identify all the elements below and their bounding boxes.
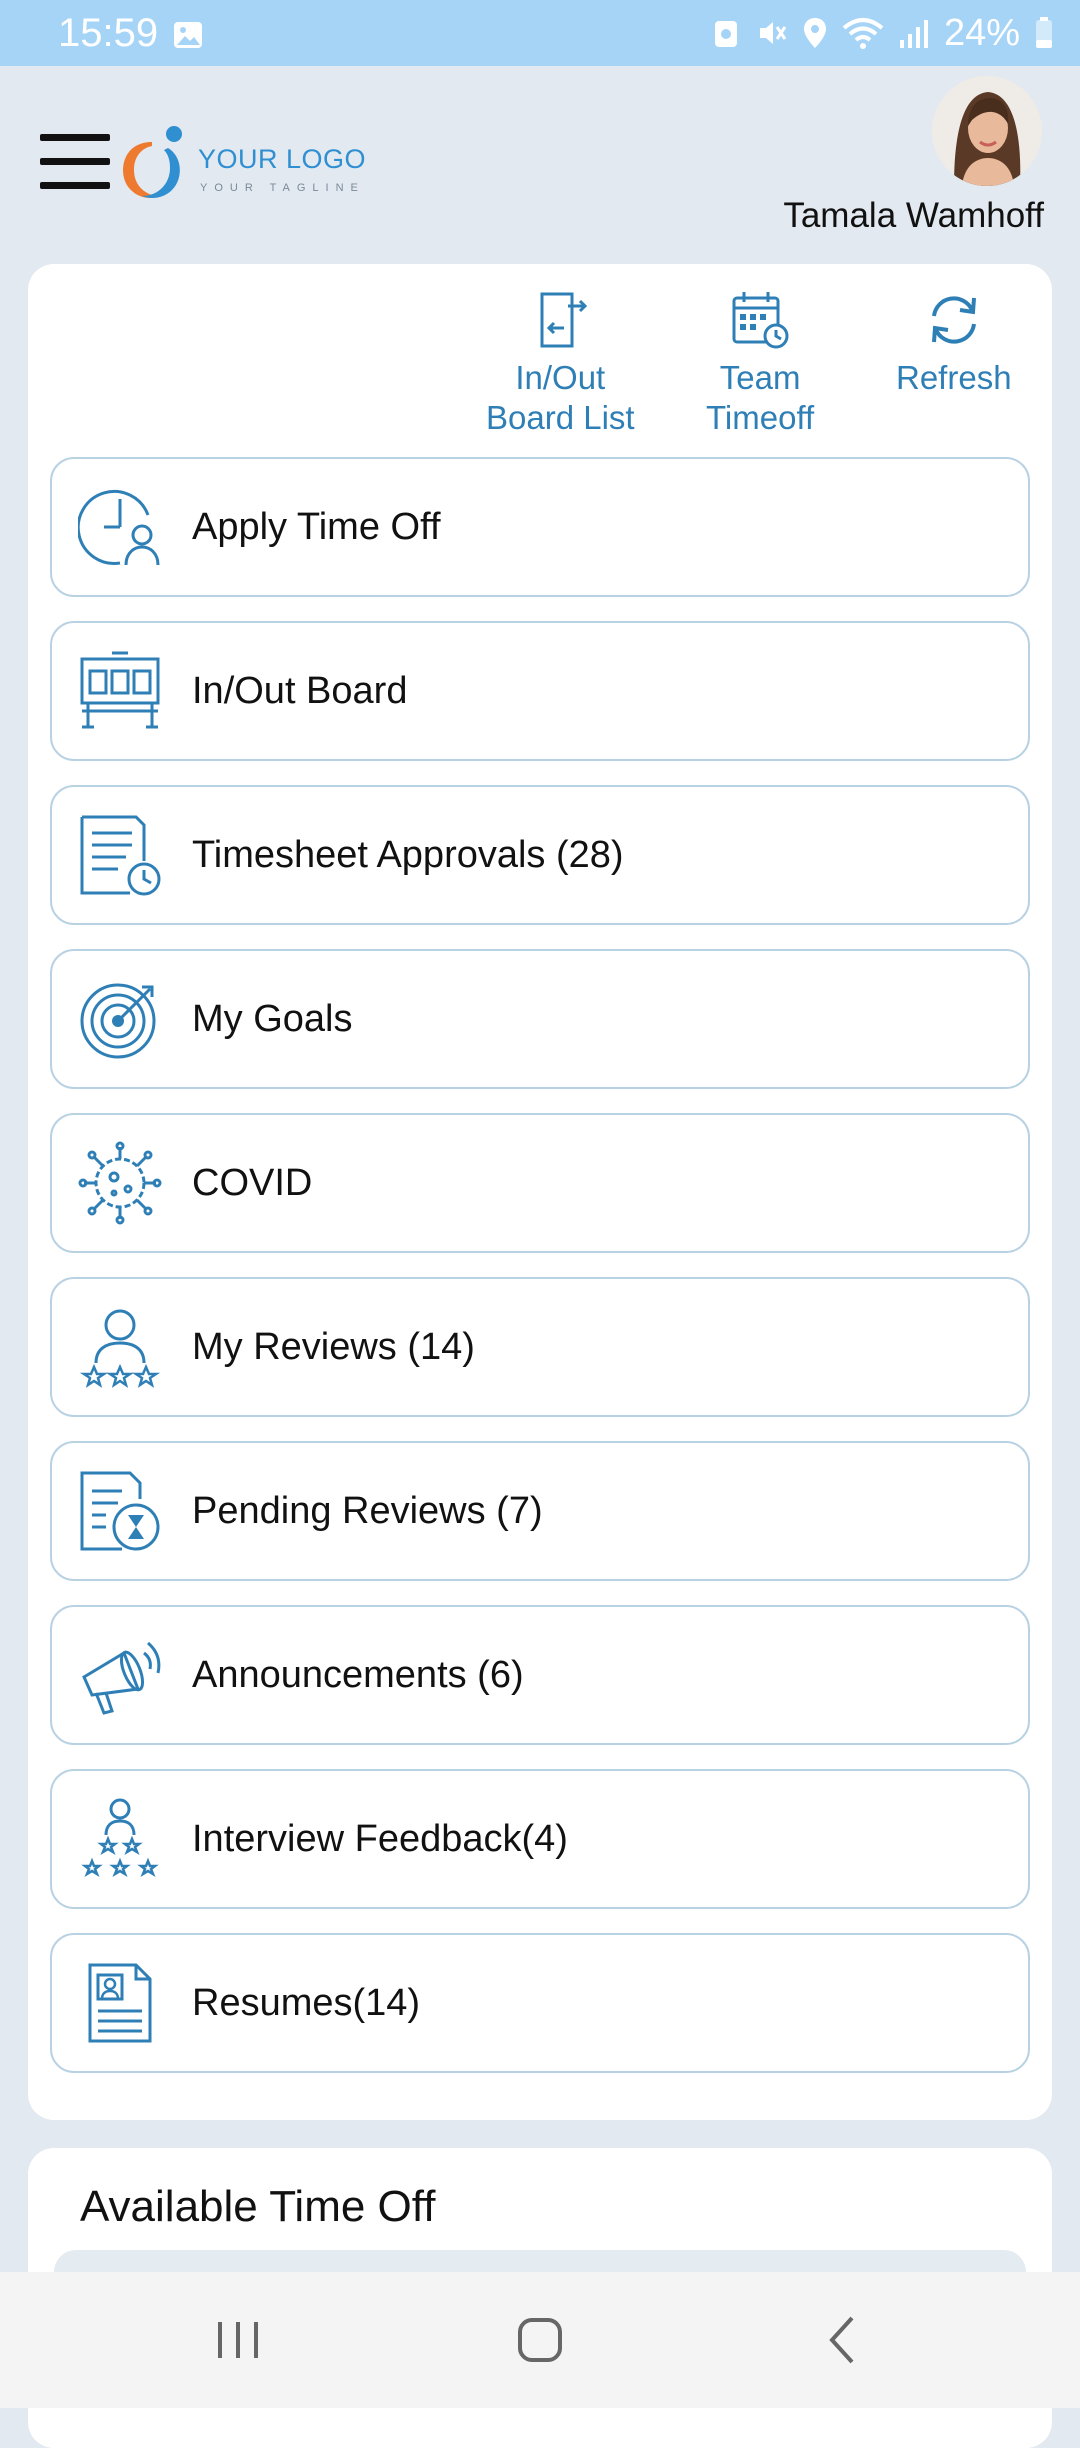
battery-percent: 24%	[943, 11, 1020, 54]
battery-icon	[1036, 17, 1052, 48]
menu-item-label: Pending Reviews (7)	[192, 1490, 543, 1532]
menu-item-label: My Goals	[192, 998, 353, 1040]
calendar-clock-icon	[732, 292, 789, 349]
system-nav-bar	[0, 2272, 1080, 2408]
status-icons: 24%	[712, 10, 1054, 56]
available-time-off-title: Available Time Off	[80, 2182, 436, 2231]
menu-item-covid[interactable]: COVID	[50, 1113, 1030, 1253]
main-card: In/Out Board List Team Timeoff Refresh A…	[28, 264, 1052, 2120]
menu-item-label: Announcements (6)	[192, 1654, 524, 1696]
status-time: 15:59	[58, 11, 159, 55]
door-arrows-icon	[540, 292, 588, 348]
logo-text: YOUR LOGO	[198, 144, 367, 174]
back-icon[interactable]	[812, 2312, 872, 2368]
recent-apps-icon[interactable]	[208, 2312, 268, 2368]
gallery-notification-icon	[174, 22, 202, 48]
menu-item-timesheet-approvals[interactable]: Timesheet Approvals (28)	[50, 785, 1030, 925]
menu-item-my-goals[interactable]: My Goals	[50, 949, 1030, 1089]
board-icon	[80, 651, 160, 729]
location-icon	[803, 18, 826, 48]
quick-action-inout-board-list[interactable]: In/Out Board List	[486, 288, 635, 438]
document-hourglass-icon	[80, 1471, 160, 1551]
menu-item-inout-board[interactable]: In/Out Board	[50, 621, 1030, 761]
quick-action-refresh[interactable]: Refresh	[896, 288, 1012, 398]
logo-mark-icon	[123, 126, 182, 198]
logo: YOUR LOGO YOUR TAGLINE	[116, 122, 376, 206]
menu-item-apply-time-off[interactable]: Apply Time Off	[50, 457, 1030, 597]
avatar[interactable]	[932, 76, 1042, 186]
quick-action-label: Refresh	[896, 359, 1012, 396]
avatar-portrait-icon	[932, 76, 1042, 186]
megaphone-icon	[82, 1641, 161, 1715]
wifi-icon	[842, 18, 884, 49]
logo-tagline: YOUR TAGLINE	[200, 182, 365, 194]
menu-item-interview-feedback[interactable]: Interview Feedback(4)	[50, 1769, 1030, 1909]
menu-item-label: Timesheet Approvals (28)	[192, 834, 624, 876]
timesheet-clock-icon	[80, 815, 161, 896]
menu-item-label: Apply Time Off	[192, 506, 441, 548]
status-bar: 15:59 24%	[0, 0, 1080, 66]
quick-action-label: In/Out Board List	[486, 359, 635, 436]
menu-item-announcements[interactable]: Announcements (6)	[50, 1605, 1030, 1745]
menu-item-label: Resumes(14)	[192, 1982, 421, 2024]
quick-action-label: Team Timeoff	[706, 359, 815, 436]
clock-person-icon	[78, 489, 160, 566]
app-header: YOUR LOGO YOUR TAGLINE Tamala Wamhoff	[0, 66, 1080, 266]
menu-item-my-reviews[interactable]: My Reviews (14)	[50, 1277, 1030, 1417]
menu-item-pending-reviews[interactable]: Pending Reviews (7)	[50, 1441, 1030, 1581]
person-stars-icon	[79, 1309, 161, 1388]
quick-action-team-timeoff[interactable]: Team Timeoff	[706, 288, 814, 438]
vibrate-icon	[759, 22, 787, 44]
target-icon	[80, 983, 156, 1059]
hamburger-menu-icon[interactable]	[40, 134, 110, 190]
signal-icon	[899, 20, 928, 48]
menu-item-resumes[interactable]: Resumes(14)	[50, 1933, 1030, 2073]
menu-item-label: COVID	[192, 1162, 313, 1204]
menu-item-label: Interview Feedback(4)	[192, 1818, 568, 1860]
virus-icon	[78, 1141, 162, 1225]
resume-icon	[88, 1963, 152, 2043]
person-star-tree-icon	[81, 1798, 159, 1877]
home-icon[interactable]	[510, 2312, 570, 2368]
nfc-icon	[714, 21, 737, 47]
refresh-icon	[931, 296, 976, 344]
menu-item-label: My Reviews (14)	[192, 1326, 475, 1368]
menu-item-label: In/Out Board	[192, 670, 408, 712]
user-name: Tamala Wamhoff	[783, 196, 1044, 235]
